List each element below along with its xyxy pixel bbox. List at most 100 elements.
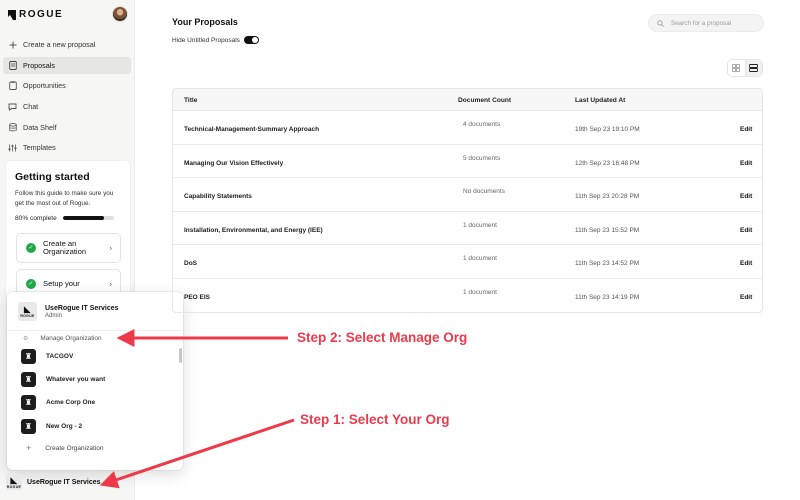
organization-item-new-org[interactable]: ♜ New Org - 2: [21, 418, 105, 434]
chevron-right-icon: ›: [109, 279, 112, 289]
chevron-right-icon: ›: [109, 243, 112, 253]
organization-item-whatever[interactable]: ♜ Whatever you want: [21, 372, 106, 388]
manage-organization-item[interactable]: ⚙ Manage Organization: [18, 331, 172, 345]
organization-switcher[interactable]: ◣ ROGUE UseRogue IT Services: [6, 474, 101, 490]
document-count: 1 document: [463, 255, 497, 263]
chat-icon: [8, 102, 17, 111]
sidebar-item-label: Proposals: [23, 60, 55, 70]
proposal-title[interactable]: Capability Statements: [184, 193, 252, 200]
guide-step-label: Create an Organization: [43, 238, 87, 256]
proposal-title[interactable]: Technical-Management-Summary Approach: [184, 126, 319, 133]
document-count: 4 documents: [463, 121, 501, 128]
app-logo[interactable]: ROGUE: [8, 9, 63, 20]
create-organization-label: Create Organization: [45, 444, 104, 452]
organization-logo: ◣ ROGUE: [6, 474, 22, 490]
table-row[interactable]: Installation, Environmental, and Energy …: [173, 212, 762, 246]
table-header: Title Document Count Last Updated At: [173, 89, 762, 111]
sidebar-item-label: Templates: [23, 143, 56, 153]
organization-item-tacgov[interactable]: ♜ TACGOV: [21, 349, 105, 364]
organization-item-acme[interactable]: ♜ Acme Corp One: [21, 395, 105, 411]
step2-annotation: Step 2: Select Manage Org: [297, 330, 468, 345]
user-avatar[interactable]: [112, 6, 128, 22]
organization-badge-icon: ♜: [21, 372, 36, 388]
proposals-table: Title Document Count Last Updated At Tec…: [172, 88, 763, 313]
organization-badge-icon: ♜: [21, 418, 36, 434]
sidebar-item-chat[interactable]: Chat: [3, 98, 131, 115]
organization-item-label: New Org - 2: [46, 422, 83, 430]
view-toggle: [727, 59, 763, 77]
sidebar-item-templates[interactable]: Templates: [3, 139, 131, 156]
getting-started-card: Getting started Follow this guide to mak…: [5, 160, 131, 300]
organization-item-label: TACGOV: [46, 353, 74, 360]
sidebar-item-proposals[interactable]: Proposals: [3, 56, 131, 74]
table-row[interactable]: Managing Our Vision Effectively 5 docume…: [173, 145, 762, 179]
organization-item-label: Whatever you want: [46, 376, 106, 384]
column-header-title[interactable]: Title: [184, 97, 197, 104]
edit-button[interactable]: Edit: [740, 160, 752, 167]
grid-view-button[interactable]: [728, 60, 745, 76]
sidebar-item-label: Data Shelf: [23, 122, 57, 132]
edit-button[interactable]: Edit: [740, 294, 752, 301]
last-updated: 12th Sep 23 16:48 PM: [575, 159, 640, 167]
search-box: [648, 14, 764, 32]
document-count: 1 document: [463, 221, 497, 229]
organization-logo-text: ROGUE: [20, 314, 35, 318]
column-header-count[interactable]: Document Count: [458, 97, 511, 104]
step1-annotation: Step 1: Select Your Org: [300, 412, 450, 427]
sidebar-item-label: Chat: [23, 102, 39, 112]
list-view-button[interactable]: [744, 60, 762, 76]
edit-button[interactable]: Edit: [740, 260, 752, 267]
guide-step-create-organization[interactable]: ✓ Create an Organization ›: [16, 232, 121, 263]
table-row[interactable]: PEO EIS 1 document 11th Sep 23 14:19 PM …: [173, 279, 762, 312]
rogue-logo-icon: [8, 9, 16, 20]
last-updated: 11th Sep 23 20:28 PM: [575, 193, 640, 201]
sidebar-item-create-proposal[interactable]: Create a new proposal: [3, 36, 131, 53]
edit-button[interactable]: Edit: [740, 227, 752, 234]
guide-description: Follow this guide to make sure you get t…: [15, 190, 114, 207]
column-header-updated[interactable]: Last Updated At: [575, 97, 625, 104]
create-organization-item[interactable]: + Create Organization: [26, 443, 103, 453]
database-icon: [8, 122, 17, 132]
edit-button[interactable]: Edit: [740, 193, 752, 200]
organization-logo-text: ROGUE: [6, 484, 22, 489]
sidebar-item-label: Create a new proposal: [23, 40, 96, 49]
current-organization-name: UseRogue IT Services: [45, 305, 119, 312]
proposal-title[interactable]: Installation, Environmental, and Energy …: [184, 227, 323, 234]
document-count: 5 documents: [463, 154, 501, 162]
menu-scrollbar[interactable]: [179, 348, 182, 363]
current-organization: ◣ ROGUE UseRogue IT Services Admin: [18, 302, 119, 321]
table-row[interactable]: DoS 1 document 11th Sep 23 14:52 PM Edit: [173, 245, 762, 279]
hide-untitled-toggle[interactable]: [243, 36, 259, 44]
logo-text: ROGUE: [19, 9, 64, 20]
gear-icon: ⚙: [23, 335, 29, 342]
manage-organization-label: Manage Organization: [40, 334, 102, 342]
clipboard-icon: [8, 81, 17, 91]
proposal-title[interactable]: Managing Our Vision Effectively: [184, 160, 283, 167]
check-circle-icon: ✓: [26, 278, 36, 289]
organization-badge-icon: ♜: [21, 395, 36, 411]
document-count: No documents: [463, 188, 505, 196]
search-input[interactable]: [671, 19, 761, 27]
organization-item-label: Acme Corp One: [46, 399, 96, 407]
current-organization-role: Admin: [45, 313, 63, 319]
check-circle-icon: ✓: [26, 242, 36, 253]
edit-button[interactable]: Edit: [740, 126, 752, 133]
table-row[interactable]: Capability Statements No documents 11th …: [173, 178, 762, 212]
document-icon: [8, 60, 17, 70]
last-updated: 11th Sep 23 14:52 PM: [575, 260, 640, 268]
proposal-title[interactable]: DoS: [184, 260, 197, 267]
sidebar-item-opportunities[interactable]: Opportunities: [3, 77, 131, 94]
search-icon: [657, 19, 664, 27]
plus-icon: +: [26, 443, 32, 453]
rogue-logo-icon: ◣: [23, 304, 32, 314]
document-count: 1 document: [463, 288, 497, 296]
organization-logo: ◣ ROGUE: [18, 302, 37, 321]
organization-badge-icon: ♜: [21, 349, 36, 364]
table-row[interactable]: Technical-Management-Summary Approach 4 …: [173, 111, 762, 145]
proposal-title[interactable]: PEO EIS: [184, 294, 210, 301]
organization-menu: ◣ ROGUE UseRogue IT Services Admin ⚙ Man…: [7, 292, 183, 470]
progress-bar-fill: [62, 216, 104, 221]
sidebar-item-data-shelf[interactable]: Data Shelf: [3, 119, 131, 136]
plus-icon: [8, 40, 17, 49]
list-icon: [749, 64, 759, 72]
